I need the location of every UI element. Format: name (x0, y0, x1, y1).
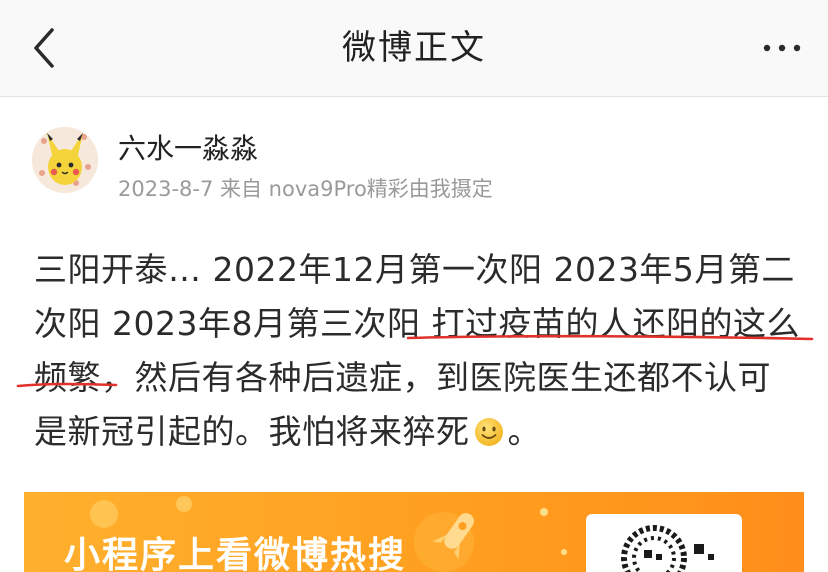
more-button[interactable] (762, 36, 802, 60)
post-text: 三阳开泰… 2022年12月第一次阳 2023年5月第二次阳 2023年8月第三… (34, 250, 800, 451)
nav-bar: 微博正文 (0, 0, 828, 97)
more-dots-icon (763, 44, 801, 52)
mini-program-banner[interactable]: 小程序上看微博热搜 (24, 492, 804, 572)
post-meta: 2023-8-7 来自 nova9Pro精彩由我摄定 (118, 177, 493, 201)
smiley-icon (474, 418, 503, 446)
qr-code (586, 514, 742, 572)
post-text-end: 。 (507, 412, 541, 451)
username[interactable]: 六水一淼淼 (118, 131, 258, 167)
qr-code-icon (621, 525, 714, 572)
avatar[interactable] (32, 127, 98, 193)
banner-text: 小程序上看微博热搜 (64, 535, 407, 572)
avatar-pikachu-icon (32, 127, 98, 193)
post-content: 三阳开泰… 2022年12月第一次阳 2023年5月第二次阳 2023年8月第三… (34, 243, 804, 459)
page-title: 微博正文 (342, 28, 486, 68)
